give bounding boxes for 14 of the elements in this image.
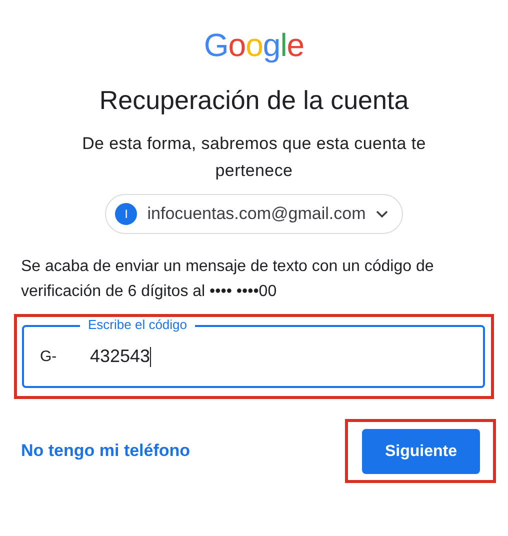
code-input[interactable]: 432543 (90, 346, 150, 367)
text-cursor (150, 346, 151, 366)
account-email: infocuentas.com@gmail.com (147, 204, 366, 224)
chevron-down-icon (376, 210, 388, 218)
no-phone-link[interactable]: No tengo mi teléfono (21, 441, 190, 461)
avatar: I (115, 203, 138, 225)
subtitle: De esta forma, sabremos que esta cuenta te pertenece (81, 133, 427, 182)
field-label: Escribe el código (80, 317, 195, 333)
google-logo: Google (204, 26, 304, 64)
instruction-text: Se acaba de enviar un mensaje de texto con un código de verificación de 6 dígitos al •••• ••••00 (20, 257, 435, 302)
account-chip[interactable]: I infocuentas.com@gmail.com (105, 194, 403, 234)
page-title: Recuperación de la cuenta (99, 84, 409, 116)
next-button[interactable]: Siguiente (362, 429, 480, 474)
code-prefix: G- (40, 348, 58, 365)
